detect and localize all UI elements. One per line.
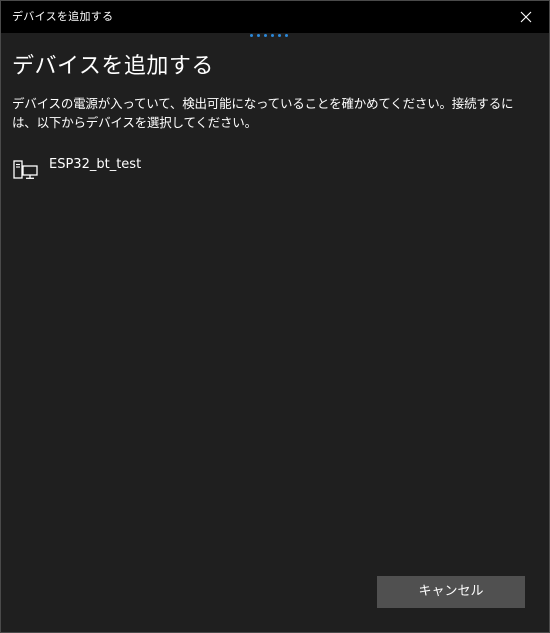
device-list-item[interactable]: ESP32_bt_test xyxy=(10,153,310,185)
progress-dot xyxy=(285,34,288,37)
device-name: ESP32_bt_test xyxy=(49,157,142,172)
progress-dot xyxy=(271,34,274,37)
title-bar: デバイスを追加する xyxy=(1,1,549,33)
add-device-dialog: デバイスを追加する デバイスを追加する デバイスの電源が入っていて、検出可能にな… xyxy=(0,0,550,633)
page-title: デバイスを追加する xyxy=(12,54,214,79)
progress-dot xyxy=(250,34,253,37)
progress-dot xyxy=(278,34,281,37)
close-button[interactable] xyxy=(503,1,549,33)
close-icon xyxy=(520,11,532,23)
progress-dot xyxy=(264,34,267,37)
cancel-button[interactable]: キャンセル xyxy=(377,576,525,608)
instruction-text: デバイスの電源が入っていて、検出可能になっていることを確かめてください。接続する… xyxy=(12,96,514,130)
progress-dot xyxy=(257,34,260,37)
computer-device-icon xyxy=(13,160,38,179)
window-title: デバイスを追加する xyxy=(12,10,114,23)
